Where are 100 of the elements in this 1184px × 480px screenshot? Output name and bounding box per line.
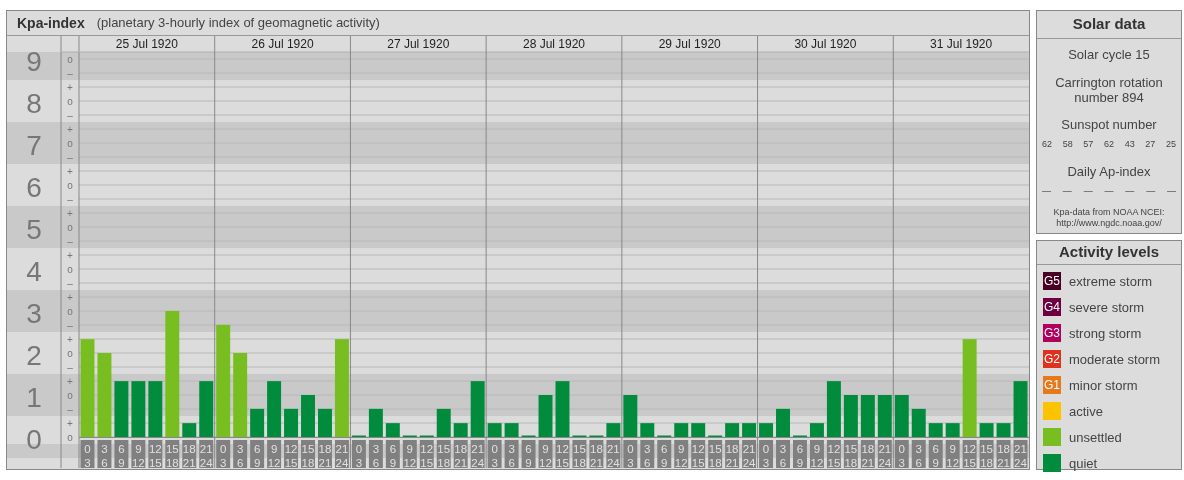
time-slot-label: 12 15	[962, 440, 977, 468]
time-slot-label: 15 18	[436, 440, 451, 468]
panel-title: Activity levels	[1037, 241, 1181, 265]
time-slot-label: 15 18	[165, 440, 180, 468]
time-slot-label: 18 21	[182, 440, 197, 468]
level-label: minor storm	[1069, 376, 1138, 395]
sub-tick-label: o	[67, 347, 73, 359]
sub-tick-label: o	[67, 263, 73, 275]
time-slot-label: 18 21	[725, 440, 740, 468]
panel-title: Solar data	[1037, 11, 1181, 39]
panel-subtitle: (planetary 3-hourly index of geomagnetic activity)	[96, 14, 380, 33]
sunspot-value: 58	[1062, 138, 1073, 151]
time-slot-label: 9 12	[674, 440, 689, 468]
kp-axis-label: 2	[26, 340, 42, 371]
x-tick-label: 3 6	[372, 443, 380, 469]
time-slot-label: 18 21	[589, 440, 604, 468]
level-label: severe storm	[1069, 298, 1145, 317]
time-slot-label: 3 6	[911, 440, 926, 468]
sub-tick-label: o	[67, 179, 73, 191]
time-slot-label: 21 24	[742, 440, 757, 468]
x-tick-label: 3 6	[508, 443, 515, 469]
time-slot-label: 21 24	[470, 440, 485, 468]
date-label: 27 Jul 1920	[387, 37, 450, 51]
date-label: 29 Jul 1920	[658, 37, 721, 51]
time-slot-label: 18 21	[453, 440, 468, 468]
time-slot-label: 12 15	[826, 440, 841, 468]
kp-bar	[742, 423, 757, 437]
time-slot-label: 15 18	[301, 440, 315, 468]
ap-index-title: Daily Ap-index	[1067, 162, 1151, 181]
solar-cycle-text: Solar cycle 15	[1068, 46, 1150, 64]
time-slot-label: 12 15	[691, 440, 706, 468]
time-slot-label: 6 9	[385, 440, 400, 468]
time-slot-label: 12 15	[148, 440, 163, 468]
kp-bar	[318, 408, 332, 437]
time-slot-label: 9 12	[945, 440, 960, 468]
kp-bar	[182, 423, 197, 437]
time-slot-label: 0 3	[759, 440, 774, 468]
level-swatch: G3	[1043, 324, 1061, 343]
sub-tick-label: +	[67, 207, 73, 219]
date-label: 25 Jul 1920	[115, 37, 178, 51]
sub-tick-label: +	[67, 123, 73, 135]
x-tick-label: 0 3	[627, 443, 634, 469]
time-slot-label: 6 9	[793, 440, 807, 468]
time-slot-label: 21 24	[877, 440, 892, 468]
time-slot-label: 6 9	[521, 440, 536, 468]
time-slot-label: 0 3	[351, 440, 366, 468]
x-tick-label: 0 3	[84, 443, 91, 469]
x-tick-label: 6 9	[525, 443, 532, 469]
x-tick-label: 0 3	[898, 443, 905, 469]
sub-tick-label: –	[67, 403, 73, 415]
sub-tick-label: +	[67, 291, 73, 303]
kp-bar	[776, 408, 790, 437]
sub-tick-label: –	[67, 235, 73, 247]
sub-tick-label: o	[67, 305, 73, 317]
time-slot-label: 3 6	[233, 440, 248, 468]
sunspot-value: 43	[1124, 138, 1135, 151]
x-tick-label: 3 6	[236, 443, 244, 469]
time-slot-label: 21 24	[199, 440, 214, 468]
sub-tick-label: o	[67, 137, 73, 149]
x-tick-label: 6 9	[661, 443, 668, 469]
sub-tick-label: +	[67, 81, 73, 93]
time-slot-label: 3 6	[504, 440, 519, 468]
time-slot-label: 0 3	[80, 440, 95, 468]
kp-bar	[725, 423, 740, 437]
time-slot-label: 9 12	[131, 440, 146, 468]
x-tick-label: 0 3	[219, 443, 227, 469]
level-swatch: G1	[1043, 376, 1061, 395]
kp-bar	[691, 423, 706, 437]
time-slot-label: 18 21	[860, 440, 875, 468]
x-tick-label: 0 3	[762, 443, 770, 469]
sunspot-value: 27	[1145, 138, 1156, 151]
x-tick-label: 3 6	[915, 443, 922, 469]
time-slot-label: 12 15	[284, 440, 299, 468]
x-tick-label: 6 9	[389, 443, 397, 469]
kp-bar	[284, 408, 299, 437]
kp-bar	[674, 423, 689, 437]
ap-value: —	[1146, 185, 1156, 198]
x-tick-label: 3 6	[644, 443, 651, 469]
kp-axis-label: 4	[26, 256, 42, 287]
sub-tick-label: –	[67, 193, 73, 205]
time-slot-label: 15 18	[572, 440, 587, 468]
level-swatch: G4	[1043, 298, 1061, 317]
sunspot-value: 25	[1165, 138, 1176, 151]
sub-tick-label: o	[67, 221, 73, 233]
level-swatch: G2	[1043, 350, 1061, 369]
level-label: active	[1069, 402, 1103, 421]
ap-value: —	[1166, 185, 1176, 198]
kp-bar	[759, 423, 774, 437]
sub-tick-label: –	[67, 109, 73, 121]
carrington-text: Carrington rotation number 894	[1054, 74, 1164, 105]
level-label: strong storm	[1069, 324, 1142, 343]
sub-tick-label: +	[67, 417, 73, 429]
ap-value: —	[1042, 185, 1051, 198]
kp-axis-label: 8	[26, 88, 42, 119]
kp-bar	[114, 381, 129, 437]
sub-tick-label: –	[67, 67, 73, 79]
time-slot-label: 15 18	[708, 440, 723, 468]
level-label: unsettled	[1069, 428, 1122, 447]
sunspot-title: Sunspot number	[1061, 115, 1157, 134]
x-tick-label: 0 3	[491, 443, 498, 469]
